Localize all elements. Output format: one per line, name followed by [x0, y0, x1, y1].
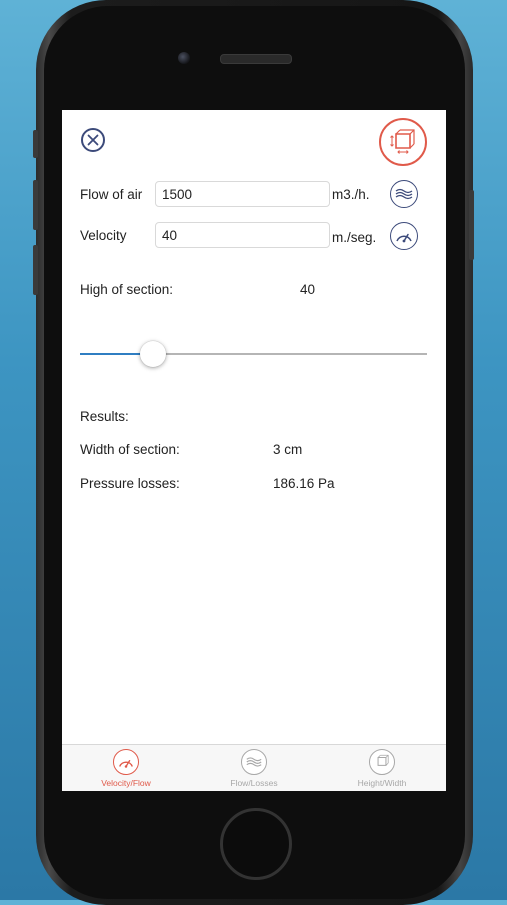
home-button[interactable] [220, 808, 292, 880]
flow-label: Flow of air [80, 187, 143, 202]
velocity-calc-button[interactable] [390, 222, 418, 250]
flow-input[interactable] [155, 181, 330, 207]
flow-calc-button[interactable] [390, 180, 418, 208]
app-screen: Flow of air m3./h. Velocity m./seg. High… [62, 110, 446, 791]
velocity-unit: m./seg. [332, 230, 377, 245]
mute-switch [33, 130, 38, 158]
velocity-label: Velocity [80, 228, 127, 243]
velocity-input[interactable] [155, 222, 330, 248]
tab-label: Height/Width [357, 778, 407, 788]
tab-velocity-flow[interactable]: Velocity/Flow [62, 749, 190, 791]
pressure-value: 186.16 Pa [273, 476, 335, 491]
gauge-icon [396, 233, 412, 243]
width-label: Width of section: [80, 442, 180, 457]
power-button [469, 190, 474, 260]
tab-label: Flow/Losses [230, 778, 278, 788]
front-camera [178, 52, 190, 64]
results-title: Results: [80, 409, 129, 424]
flow-unit: m3./h. [332, 187, 370, 202]
gauge-icon [113, 749, 139, 775]
slider-thumb[interactable] [139, 341, 166, 367]
tab-height-width[interactable]: Height/Width [318, 749, 446, 791]
airflow-icon [395, 188, 413, 200]
tab-bar: Velocity/Flow Flow/Losses Height/Width [62, 744, 446, 791]
width-value: 3 cm [273, 442, 303, 457]
tab-label: Velocity/Flow [101, 778, 151, 788]
volume-down-button [33, 245, 38, 295]
height-label: High of section: [80, 282, 174, 297]
section-mode-button[interactable] [379, 118, 427, 166]
close-icon [87, 134, 99, 146]
earpiece-speaker [220, 54, 292, 64]
slider-track-inactive [152, 353, 427, 355]
airflow-icon [241, 749, 267, 775]
height-value: 40 [300, 282, 316, 297]
section-dimension-icon [390, 129, 415, 154]
volume-up-button [33, 180, 38, 230]
tab-flow-losses[interactable]: Flow/Losses [190, 749, 318, 791]
close-button[interactable] [81, 128, 105, 152]
pressure-label: Pressure losses: [80, 476, 180, 491]
section-dimension-icon [369, 749, 395, 775]
